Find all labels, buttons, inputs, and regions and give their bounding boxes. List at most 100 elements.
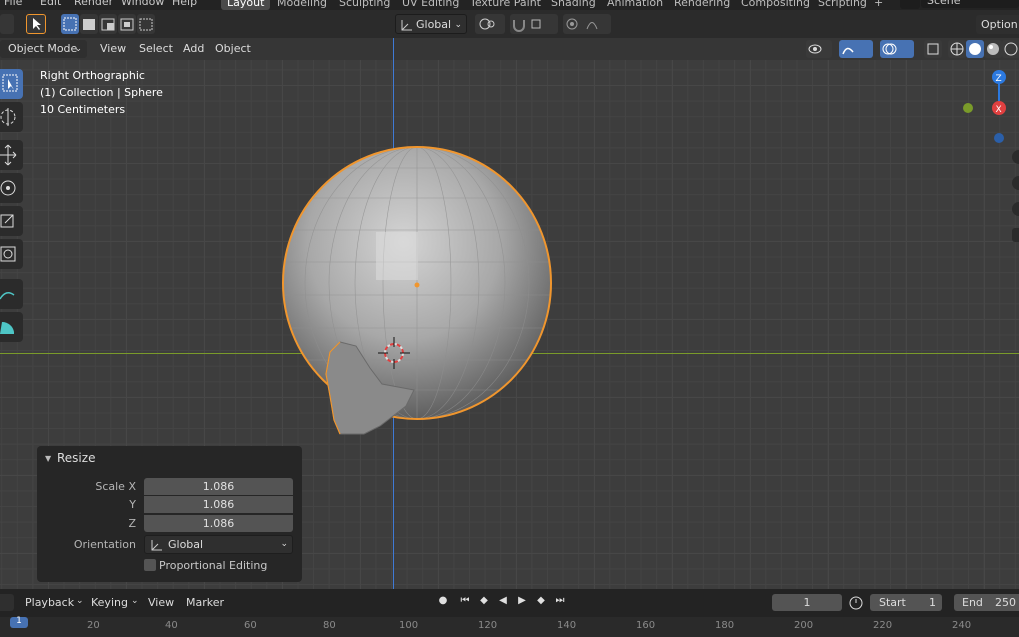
xray-toggle-icon[interactable]: [924, 40, 942, 58]
orientation-select[interactable]: Global ⌄: [144, 535, 293, 554]
material-shading-icon[interactable]: [984, 40, 1002, 58]
tool-annotate[interactable]: [0, 279, 23, 309]
sphere-object[interactable]: [270, 140, 570, 440]
add-workspace-icon[interactable]: +: [868, 0, 889, 10]
select-tool-button[interactable]: [26, 14, 46, 34]
tab-modeling[interactable]: Modeling: [271, 0, 333, 10]
record-icon[interactable]: ●: [436, 594, 450, 608]
annotate-icon: [0, 292, 15, 300]
proportional-editing-button[interactable]: [563, 14, 611, 34]
tool-measure[interactable]: [0, 312, 23, 342]
select-extend-icon: [83, 19, 95, 30]
timeline-editor-type-button[interactable]: [0, 594, 14, 611]
scene-icon[interactable]: [900, 0, 920, 9]
tool-select-box[interactable]: [0, 69, 23, 99]
select-mode-intersect-button[interactable]: [137, 14, 155, 34]
ruler-tick: 60: [244, 620, 257, 631]
select-mode-subtract-button[interactable]: [99, 14, 117, 34]
tab-layout[interactable]: Layout: [221, 0, 271, 10]
rendered-shading-icon[interactable]: [1002, 40, 1019, 58]
tab-rendering[interactable]: Rendering: [668, 0, 736, 10]
scale-y-field[interactable]: 1.086: [144, 496, 293, 513]
menu-keying[interactable]: Keying: [91, 596, 128, 609]
tool-scale[interactable]: [0, 206, 23, 236]
transform-orientation-select[interactable]: Global ⌄: [395, 14, 467, 34]
end-frame-field[interactable]: End 250: [954, 594, 1019, 611]
prev-keyframe-icon[interactable]: ◆: [477, 594, 491, 608]
jump-end-icon[interactable]: ⏭: [553, 594, 567, 608]
tab-sculpting[interactable]: Sculpting: [333, 0, 396, 10]
navigation-gizmo[interactable]: Z X: [955, 64, 1019, 150]
ruler-tick: 160: [636, 620, 656, 631]
wireframe-shading-icon[interactable]: [948, 40, 966, 58]
select-subtract-icon: [101, 18, 115, 31]
menu-marker[interactable]: Marker: [186, 596, 224, 609]
menu-help[interactable]: Help: [172, 0, 197, 8]
scale-y-label: Y: [129, 498, 136, 511]
menu-edit[interactable]: Edit: [40, 0, 61, 8]
jump-start-icon[interactable]: ⏮: [458, 594, 472, 608]
current-frame-field[interactable]: 1: [772, 594, 842, 611]
tab-texture-paint[interactable]: Texture Paint: [464, 0, 547, 10]
tab-uv-editing[interactable]: UV Editing: [396, 0, 465, 10]
start-frame-field[interactable]: Start 1: [870, 594, 942, 611]
menu-timeline-view[interactable]: View: [148, 596, 174, 609]
play-reverse-icon[interactable]: ◀: [496, 594, 510, 608]
menu-view[interactable]: View: [96, 40, 130, 58]
gizmo-toggle-icon[interactable]: [839, 40, 873, 58]
visibility-eye-icon[interactable]: [806, 40, 832, 58]
menu-add[interactable]: Add: [179, 40, 208, 58]
scale-x-field[interactable]: 1.086: [144, 478, 293, 495]
select-mode-new-button[interactable]: [61, 14, 79, 34]
camera-view-icon[interactable]: [1012, 202, 1019, 216]
collapse-triangle-icon[interactable]: ▼: [45, 454, 51, 463]
object-mode-select[interactable]: Object Mode ⌄: [0, 40, 87, 58]
menu-render[interactable]: Render: [74, 0, 113, 8]
solid-shading-icon[interactable]: [966, 40, 984, 58]
options-button[interactable]: Option: [976, 15, 1019, 34]
tab-scripting[interactable]: Scripting: [812, 0, 873, 10]
tool-move[interactable]: [0, 140, 23, 170]
select-intersect-icon: [139, 18, 153, 31]
snapping-button[interactable]: [510, 14, 558, 34]
next-keyframe-icon[interactable]: ◆: [534, 594, 548, 608]
start-label: Start: [879, 596, 906, 609]
navigation-controls[interactable]: [1012, 150, 1019, 250]
menu-object[interactable]: Object: [211, 40, 255, 58]
ruler-tick: 200: [794, 620, 814, 631]
scene-selector[interactable]: Scene: [921, 0, 1019, 8]
tab-shading[interactable]: Shading: [545, 0, 602, 10]
ruler-tick: 120: [478, 620, 498, 631]
viewport-header: Object Mode ⌄ View Select Add Object: [0, 38, 1019, 60]
zoom-icon[interactable]: [1012, 150, 1019, 164]
pan-icon[interactable]: [1012, 176, 1019, 190]
stopwatch-icon[interactable]: [848, 594, 864, 611]
tool-transform[interactable]: [0, 239, 23, 269]
playhead-frame: 1: [16, 616, 22, 626]
menu-window[interactable]: Window: [121, 0, 164, 8]
perspective-toggle-icon[interactable]: [1012, 228, 1019, 242]
overlays-toggle-icon[interactable]: [880, 40, 914, 58]
tool-rotate[interactable]: [0, 173, 23, 203]
pivot-point-button[interactable]: [475, 14, 505, 34]
gizmo-x-label: X: [996, 105, 1002, 115]
proportional-editing-checkbox[interactable]: [144, 559, 156, 571]
playhead[interactable]: 1: [10, 616, 28, 628]
orientation-label: Orientation: [73, 538, 136, 551]
panel-title[interactable]: Resize: [57, 451, 95, 465]
menu-playback[interactable]: Playback: [25, 596, 74, 609]
play-icon[interactable]: ▶: [515, 594, 529, 608]
gizmo-z-label: Z: [996, 74, 1002, 84]
editor-type-button[interactable]: [0, 14, 14, 34]
tab-animation[interactable]: Animation: [601, 0, 669, 10]
menu-file[interactable]: File: [4, 0, 22, 8]
scale-z-field[interactable]: 1.086: [144, 515, 293, 532]
tab-compositing[interactable]: Compositing: [735, 0, 816, 10]
timeline-ruler[interactable]: 20 40 60 80 100 120 140 160 180 200 220 …: [0, 617, 1019, 637]
select-mode-invert-button[interactable]: [118, 14, 136, 34]
tool-cursor[interactable]: [0, 102, 23, 132]
topbar: File Edit Render Window Help Layout Mode…: [0, 0, 1019, 10]
select-mode-extend-button[interactable]: [80, 14, 98, 34]
menu-select[interactable]: Select: [135, 40, 177, 58]
cursor-tool-icon: [0, 108, 16, 126]
